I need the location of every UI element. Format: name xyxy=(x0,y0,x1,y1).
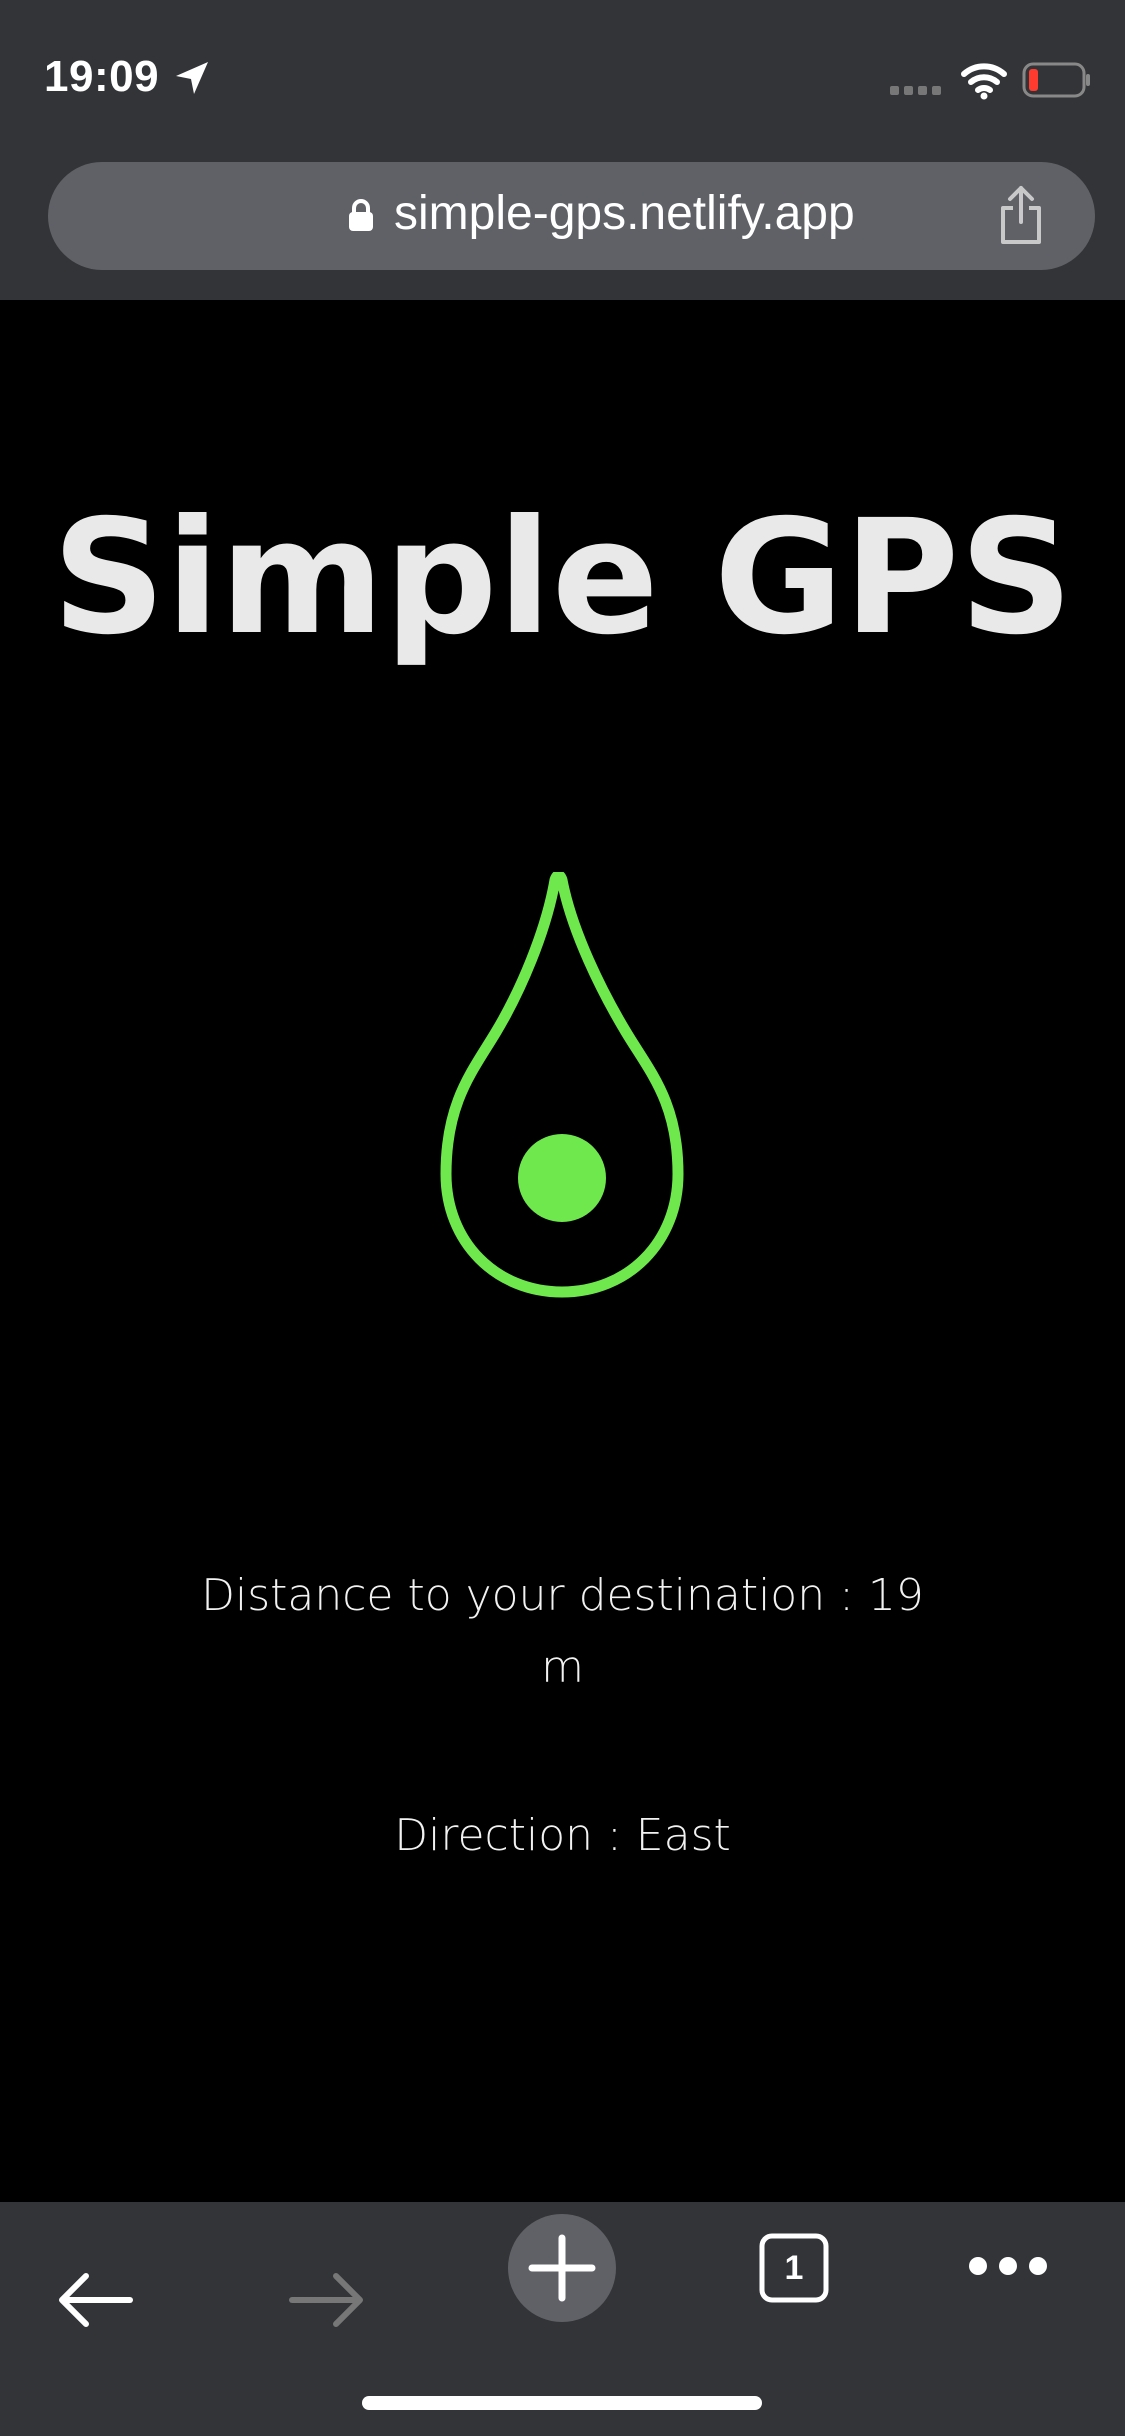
plus-icon xyxy=(528,2234,596,2302)
status-time: 19:09 xyxy=(44,52,160,101)
address-bar[interactable]: simple-gps.netlify.app xyxy=(48,162,1095,270)
page-title: Simple GPS xyxy=(51,486,1074,670)
home-indicator[interactable] xyxy=(362,2396,762,2410)
forward-arrow-icon[interactable] xyxy=(286,2268,366,2332)
distance-text: Distance to your destination : 19 m xyxy=(201,1570,924,1693)
browser-top-chrome: 19:09 simple-gps.netlify.app xyxy=(0,0,1125,300)
more-icon[interactable] xyxy=(966,2254,1050,2278)
back-arrow-icon[interactable] xyxy=(56,2268,136,2332)
battery-icon xyxy=(1022,62,1090,98)
wifi-icon xyxy=(961,63,1007,100)
signal-icon xyxy=(890,86,941,95)
share-icon[interactable] xyxy=(996,184,1046,248)
url-text: simple-gps.netlify.app xyxy=(394,187,855,240)
lock-icon xyxy=(349,199,373,231)
new-tab-button[interactable] xyxy=(508,2214,616,2322)
direction-text: Direction : East xyxy=(394,1810,731,1861)
tab-count: 1 xyxy=(784,2249,804,2287)
location-pin-icon xyxy=(440,872,684,1298)
tabs-button[interactable]: 1 xyxy=(758,2232,830,2304)
location-arrow-icon xyxy=(176,62,208,94)
